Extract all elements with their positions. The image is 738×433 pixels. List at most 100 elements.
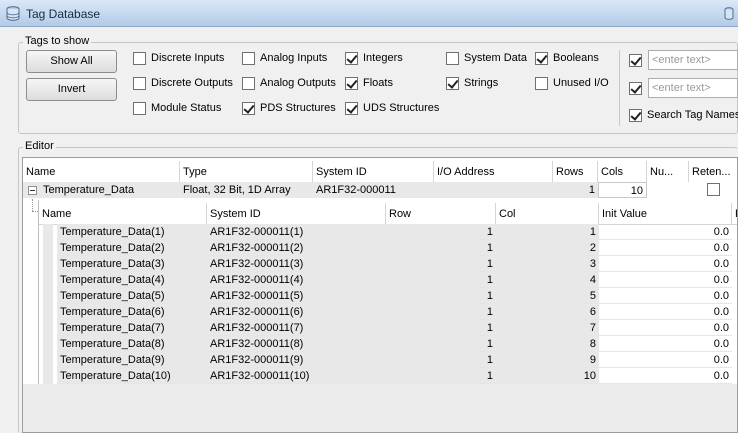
element-col[interactable]: 1 bbox=[496, 224, 599, 240]
checkbox-box[interactable] bbox=[446, 76, 459, 90]
element-system-id[interactable]: AR1F32-000011(5) bbox=[207, 288, 386, 304]
row-selector[interactable] bbox=[43, 256, 53, 272]
element-system-id[interactable]: AR1F32-000011(2) bbox=[207, 240, 386, 256]
element-row[interactable]: 1 bbox=[386, 272, 496, 288]
element-col[interactable]: 9 bbox=[496, 352, 599, 368]
table-row[interactable]: Temperature_Data(8) AR1F32-000011(8) 1 8… bbox=[39, 336, 737, 352]
element-row[interactable]: 1 bbox=[386, 256, 496, 272]
checkbox-box[interactable] bbox=[629, 108, 642, 122]
element-col[interactable]: 5 bbox=[496, 288, 599, 304]
element-init-value[interactable]: 0.0 bbox=[599, 224, 732, 240]
search-input-2[interactable]: <enter text> bbox=[648, 78, 738, 98]
checkbox-box[interactable] bbox=[133, 76, 146, 90]
element-row[interactable]: 1 bbox=[386, 288, 496, 304]
element-name[interactable]: Temperature_Data(10) bbox=[57, 368, 207, 384]
checkbox-pds-structures[interactable]: PDS Structures bbox=[242, 100, 336, 116]
element-system-id[interactable]: AR1F32-000011(10) bbox=[207, 368, 386, 384]
parent-retentive[interactable] bbox=[689, 182, 737, 198]
checkbox-box[interactable] bbox=[133, 51, 146, 65]
parent-num[interactable] bbox=[647, 182, 689, 198]
element-init-value[interactable]: 0.0 bbox=[599, 368, 732, 384]
checkbox-box[interactable] bbox=[535, 76, 548, 90]
element-init-value[interactable]: 0.0 bbox=[599, 352, 732, 368]
element-col[interactable]: 4 bbox=[496, 272, 599, 288]
checkbox-box[interactable] bbox=[629, 81, 642, 95]
element-name[interactable]: Temperature_Data(7) bbox=[57, 320, 207, 336]
checkbox-box[interactable] bbox=[242, 101, 255, 115]
column-header-rows[interactable]: Rows bbox=[553, 161, 598, 183]
row-selector[interactable] bbox=[43, 336, 53, 352]
table-row[interactable]: Temperature_Data(6) AR1F32-000011(6) 1 6… bbox=[39, 304, 737, 320]
sub-column-header-name[interactable]: Name bbox=[39, 203, 207, 225]
row-selector[interactable] bbox=[43, 288, 53, 304]
element-system-id[interactable]: AR1F32-000011(7) bbox=[207, 320, 386, 336]
search-filter-1-checkbox[interactable] bbox=[629, 52, 647, 68]
row-selector[interactable] bbox=[43, 240, 53, 256]
sub-column-header-col[interactable]: Col bbox=[496, 203, 599, 225]
element-name[interactable]: Temperature_Data(4) bbox=[57, 272, 207, 288]
element-row[interactable]: 1 bbox=[386, 320, 496, 336]
element-init-value[interactable]: 0.0 bbox=[599, 304, 732, 320]
element-col[interactable]: 2 bbox=[496, 240, 599, 256]
checkbox-box[interactable] bbox=[133, 101, 146, 115]
element-row[interactable]: 1 bbox=[386, 368, 496, 384]
element-name[interactable]: Temperature_Data(6) bbox=[57, 304, 207, 320]
element-name[interactable]: Temperature_Data(3) bbox=[57, 256, 207, 272]
element-system-id[interactable]: AR1F32-000011(6) bbox=[207, 304, 386, 320]
checkbox-module-status[interactable]: Module Status bbox=[133, 100, 221, 116]
element-row[interactable]: 1 bbox=[386, 336, 496, 352]
element-col[interactable]: 10 bbox=[496, 368, 599, 384]
row-selector[interactable] bbox=[43, 368, 53, 384]
element-system-id[interactable]: AR1F32-000011(9) bbox=[207, 352, 386, 368]
element-name[interactable]: Temperature_Data(1) bbox=[57, 224, 207, 240]
row-selector[interactable] bbox=[43, 320, 53, 336]
parent-type[interactable]: Float, 32 Bit, 1D Array bbox=[180, 182, 313, 198]
checkbox-floats[interactable]: Floats bbox=[345, 75, 393, 91]
checkbox-unused-io[interactable]: Unused I/O bbox=[535, 75, 609, 91]
table-row[interactable]: Temperature_Data(4) AR1F32-000011(4) 1 4… bbox=[39, 272, 737, 288]
column-header-io-address[interactable]: I/O Address bbox=[434, 161, 553, 183]
element-init-value[interactable]: 0.0 bbox=[599, 240, 732, 256]
parent-rows[interactable]: 1 bbox=[553, 182, 598, 198]
column-header-type[interactable]: Type bbox=[180, 161, 313, 183]
element-name[interactable]: Temperature_Data(2) bbox=[57, 240, 207, 256]
checkbox-box[interactable] bbox=[242, 51, 255, 65]
table-row[interactable]: Temperature_Data(7) AR1F32-000011(7) 1 7… bbox=[39, 320, 737, 336]
element-col[interactable]: 7 bbox=[496, 320, 599, 336]
sub-column-header-init-value[interactable]: Init Value bbox=[599, 203, 732, 225]
checkbox-box[interactable] bbox=[535, 51, 548, 65]
checkbox-analog-outputs[interactable]: Analog Outputs bbox=[242, 75, 336, 91]
element-row[interactable]: 1 bbox=[386, 224, 496, 240]
checkbox-integers[interactable]: Integers bbox=[345, 50, 403, 66]
element-system-id[interactable]: AR1F32-000011(8) bbox=[207, 336, 386, 352]
parent-cols[interactable]: 10 bbox=[598, 182, 647, 198]
search-tag-names-checkbox[interactable]: Search Tag Names bbox=[629, 107, 738, 123]
element-system-id[interactable]: AR1F32-000011(1) bbox=[207, 224, 386, 240]
element-col[interactable]: 6 bbox=[496, 304, 599, 320]
table-row[interactable]: Temperature_Data(10) AR1F32-000011(10) 1… bbox=[39, 368, 737, 384]
search-input-1[interactable]: <enter text> bbox=[648, 50, 738, 70]
sub-column-header-row[interactable]: Row bbox=[386, 203, 496, 225]
element-init-value[interactable]: 0.0 bbox=[599, 320, 732, 336]
collapse-icon[interactable] bbox=[28, 186, 37, 195]
checkbox-box[interactable] bbox=[345, 51, 358, 65]
sub-column-header-system-id[interactable]: System ID bbox=[207, 203, 386, 225]
retentive-checkbox[interactable] bbox=[707, 183, 720, 196]
invert-button[interactable]: Invert bbox=[26, 78, 117, 101]
search-filter-2-checkbox[interactable] bbox=[629, 80, 647, 96]
row-selector[interactable] bbox=[43, 224, 53, 240]
table-row[interactable]: Temperature_Data(9) AR1F32-000011(9) 1 9… bbox=[39, 352, 737, 368]
checkbox-box[interactable] bbox=[446, 51, 459, 65]
element-row[interactable]: 1 bbox=[386, 352, 496, 368]
show-all-button[interactable]: Show All bbox=[26, 50, 117, 73]
checkbox-box[interactable] bbox=[629, 53, 642, 67]
parent-name[interactable]: Temperature_Data bbox=[40, 182, 180, 198]
checkbox-box[interactable] bbox=[345, 101, 358, 115]
row-selector[interactable] bbox=[43, 304, 53, 320]
element-init-value[interactable]: 0.0 bbox=[599, 336, 732, 352]
element-row[interactable]: 1 bbox=[386, 240, 496, 256]
checkbox-box[interactable] bbox=[345, 76, 358, 90]
parent-system-id[interactable]: AR1F32-000011 bbox=[313, 182, 434, 198]
checkbox-uds-structures[interactable]: UDS Structures bbox=[345, 100, 439, 116]
column-header-system-id[interactable]: System ID bbox=[313, 161, 434, 183]
